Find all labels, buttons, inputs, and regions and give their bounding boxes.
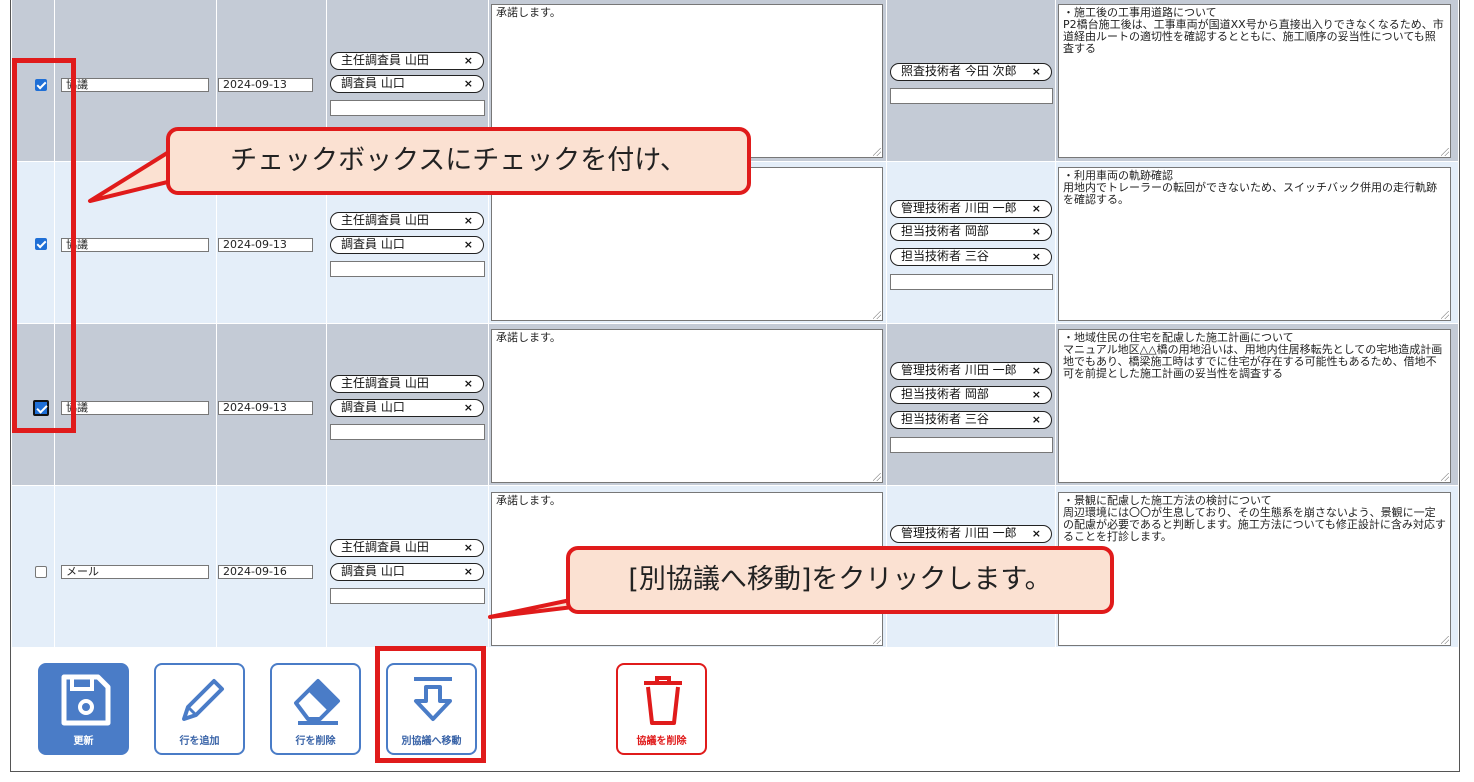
instruction-callout-check: チェックボックスにチェックを付け、 xyxy=(166,127,751,195)
callout-pointer xyxy=(88,148,600,619)
instruction-callout-click: [別協議へ移動]をクリックします。 xyxy=(566,546,1114,614)
